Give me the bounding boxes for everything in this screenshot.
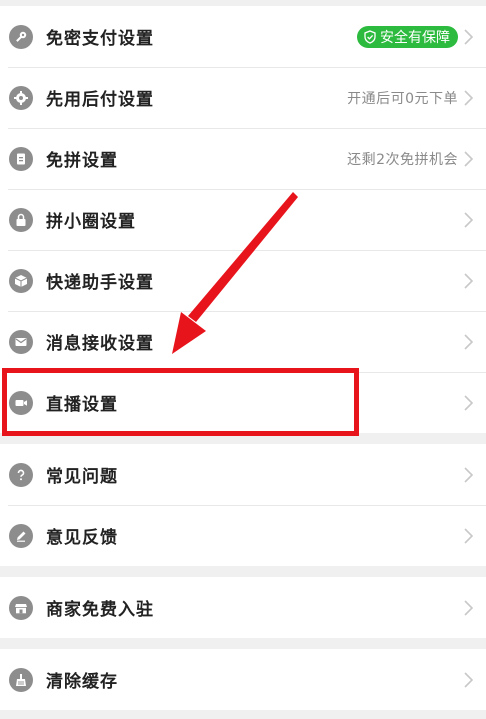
store-icon xyxy=(9,595,33,620)
setting-label: 清除缓存 xyxy=(46,672,118,692)
setting-row-password-free-pay[interactable]: 免密支付设置 安全有保障 xyxy=(0,6,486,67)
setting-row-clear-cache[interactable]: 清除缓存 xyxy=(0,649,486,710)
chevron-right-icon xyxy=(464,671,474,688)
setting-row-pay-later[interactable]: 先用后付设置 开通后可0元下单 xyxy=(0,67,486,128)
badge-text: 安全有保障 xyxy=(380,29,450,46)
setting-row-group-free[interactable]: 免拼设置 还剩2次免拼机会 xyxy=(0,128,486,189)
setting-row-express-helper[interactable]: 快递助手设置 xyxy=(0,250,486,311)
setting-label: 商家免费入驻 xyxy=(46,600,154,620)
chevron-right-icon xyxy=(464,89,474,106)
settings-group-help: 常见问题 意见反馈 xyxy=(0,444,486,566)
settings-group-main: 免密支付设置 安全有保障 先用后付设置 开通后可0元下单 免拼设置 还剩2次免拼… xyxy=(0,6,486,433)
chevron-right-icon xyxy=(464,211,474,228)
setting-label: 直播设置 xyxy=(46,395,118,415)
section-divider xyxy=(0,638,486,649)
setting-row-faq[interactable]: 常见问题 xyxy=(0,444,486,505)
setting-label: 免密支付设置 xyxy=(46,29,154,49)
settings-group-cache: 清除缓存 xyxy=(0,649,486,710)
chevron-right-icon xyxy=(464,333,474,350)
setting-label: 常见问题 xyxy=(46,467,118,487)
chevron-right-icon xyxy=(464,272,474,289)
setting-label: 快递助手设置 xyxy=(46,273,154,293)
section-divider xyxy=(0,433,486,444)
chevron-right-icon xyxy=(464,28,474,45)
broom-icon xyxy=(9,667,33,692)
envelope-icon xyxy=(9,329,33,354)
settings-group-merchant: 商家免费入驻 xyxy=(0,577,486,638)
chevron-right-icon xyxy=(464,599,474,616)
setting-label: 拼小圈设置 xyxy=(46,212,136,232)
key-icon xyxy=(9,24,33,49)
setting-row-message-receive[interactable]: 消息接收设置 xyxy=(0,311,486,372)
chevron-right-icon xyxy=(464,394,474,411)
setting-row-circle[interactable]: 拼小圈设置 xyxy=(0,189,486,250)
document-icon xyxy=(9,146,33,171)
setting-row-merchant-join[interactable]: 商家免费入驻 xyxy=(0,577,486,638)
setting-hint: 开通后可0元下单 xyxy=(347,90,458,107)
gear-icon xyxy=(9,85,33,110)
setting-label: 消息接收设置 xyxy=(46,334,154,354)
chevron-right-icon xyxy=(464,527,474,544)
setting-row-live-stream[interactable]: 直播设置 xyxy=(0,372,486,433)
video-camera-icon xyxy=(9,390,33,415)
chevron-right-icon xyxy=(464,466,474,483)
setting-label: 意见反馈 xyxy=(46,528,118,548)
security-badge: 安全有保障 xyxy=(357,25,458,48)
setting-label: 免拼设置 xyxy=(46,151,118,171)
setting-row-feedback[interactable]: 意见反馈 xyxy=(0,505,486,566)
setting-label: 先用后付设置 xyxy=(46,90,154,110)
setting-hint: 还剩2次免拼机会 xyxy=(347,151,458,168)
shield-check-icon xyxy=(364,29,376,44)
section-divider xyxy=(0,566,486,577)
pencil-icon xyxy=(9,523,33,548)
question-icon xyxy=(9,462,33,487)
lock-icon xyxy=(9,207,33,232)
package-icon xyxy=(9,268,33,293)
chevron-right-icon xyxy=(464,150,474,167)
